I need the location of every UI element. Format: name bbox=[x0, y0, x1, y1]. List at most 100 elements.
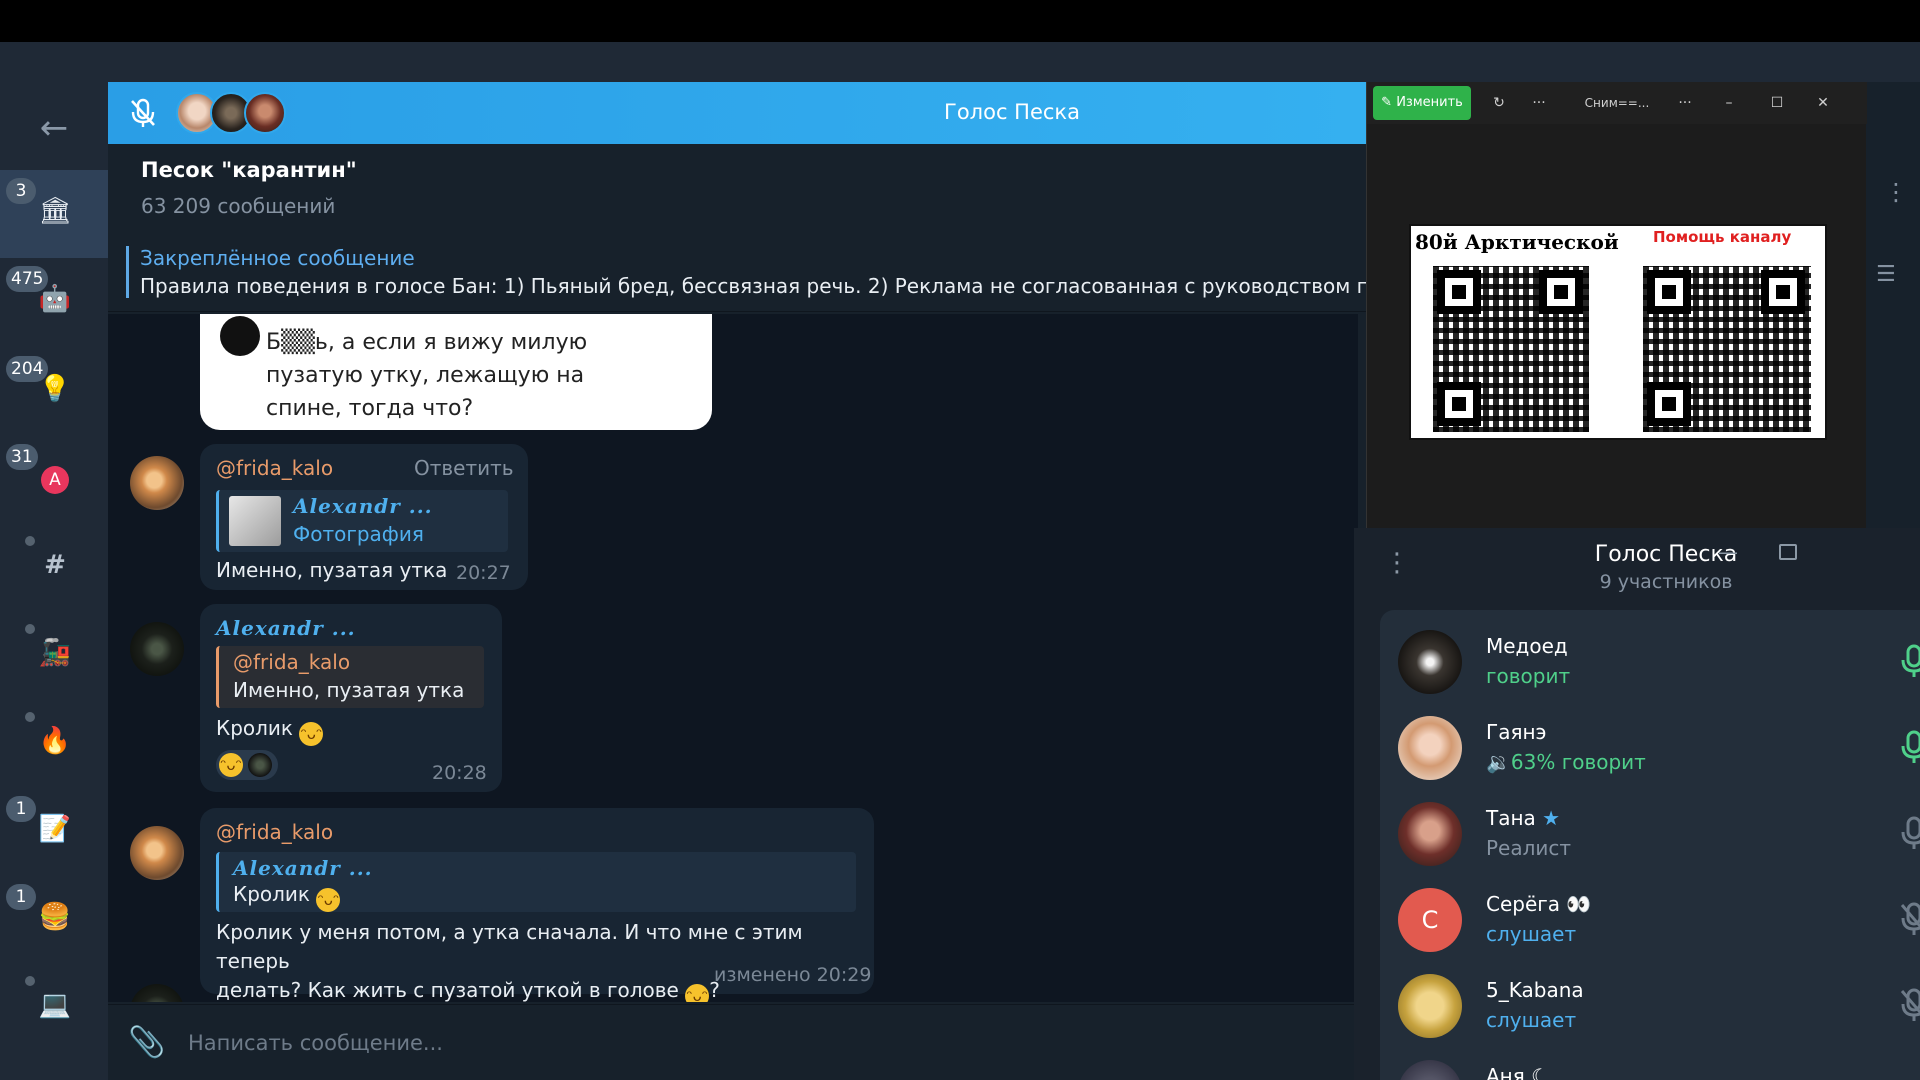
unread-badge: 1 bbox=[6, 884, 36, 910]
avatar: С bbox=[1398, 888, 1462, 952]
participant-row[interactable]: С Серёга 👀 слушает bbox=[1380, 876, 1920, 962]
participant-status: слушает bbox=[1486, 1008, 1577, 1032]
more-icon[interactable]: ··· bbox=[1669, 88, 1701, 118]
mic-muted-icon[interactable] bbox=[1900, 902, 1920, 936]
participant-name: Аня bbox=[1486, 1064, 1525, 1080]
voice-panel-subtitle: 9 участников bbox=[1599, 571, 1733, 593]
quote-author: 𝑨𝒍𝒆𝒙𝒂𝒏𝒅𝒓 ... bbox=[233, 856, 373, 880]
star-icon: ★ bbox=[1542, 806, 1561, 830]
mic-muted-icon[interactable] bbox=[1900, 988, 1920, 1022]
qr-finder bbox=[1761, 270, 1805, 314]
avatar[interactable] bbox=[130, 826, 184, 880]
speaker-volume-icon: 🔉 bbox=[1486, 750, 1511, 774]
message-bubble[interactable]: @frida_kalo Ответить 𝑨𝒍𝒆𝒙𝒂𝒏𝒅𝒓 ... Фотогр… bbox=[200, 444, 528, 590]
folder-item[interactable]: # bbox=[0, 524, 108, 612]
avatar[interactable] bbox=[130, 984, 184, 1002]
folder-item[interactable]: 💻 bbox=[0, 964, 108, 1052]
quote-author: 𝑨𝒍𝒆𝒙𝒂𝒏𝒅𝒓 ... bbox=[293, 494, 433, 518]
voice-chat-bar[interactable]: Голос Песка bbox=[108, 82, 1368, 144]
qr-finder bbox=[1437, 270, 1481, 314]
train-icon: 🚂 bbox=[38, 638, 72, 668]
grin-emoji-icon: ᵔᴗᵔ bbox=[219, 753, 243, 777]
participant-status: 63% говорит bbox=[1510, 750, 1646, 774]
folder-item[interactable]: 🔥 bbox=[0, 700, 108, 788]
reply-quote[interactable]: 𝑨𝒍𝒆𝒙𝒂𝒏𝒅𝒓 ... Кролик ᵔᴗᵔ bbox=[216, 852, 856, 912]
message-text: делать? Как жить с пузатой уткой в голов… bbox=[216, 978, 679, 1002]
robot-icon: 🤖 bbox=[38, 284, 72, 314]
quote-text: Фотография bbox=[293, 522, 424, 546]
grin-emoji-icon: ᵔᴗᵔ bbox=[299, 722, 324, 746]
moon-icon: ☾ bbox=[1531, 1064, 1550, 1080]
participant-list[interactable]: Медоед говорит Гаянэ 🔉63% говорит Тана ★… bbox=[1380, 610, 1920, 1080]
unread-badge: 3 bbox=[6, 178, 36, 204]
folder-item[interactable]: 1 📝 bbox=[0, 788, 108, 876]
participant-row[interactable]: Тана ★ Реалист bbox=[1380, 790, 1920, 876]
folder-item[interactable]: 1 🍔 bbox=[0, 876, 108, 964]
paperclip-icon[interactable]: 📎 bbox=[128, 1025, 165, 1061]
message-author[interactable]: @frida_kalo bbox=[216, 456, 333, 480]
more-vertical-icon[interactable]: ⋮ bbox=[1884, 178, 1908, 206]
message-bubble[interactable]: 𝑨𝒍𝒆𝒙𝒂𝒏𝒅𝒓 ... @frida_kalo Именно, пузатая… bbox=[200, 604, 502, 792]
grin-emoji-icon: ᵔᴗᵔ bbox=[316, 888, 341, 912]
participant-name: Тана bbox=[1486, 806, 1536, 830]
reply-quote[interactable]: @frida_kalo Именно, пузатая утка bbox=[216, 646, 484, 708]
pinned-indicator bbox=[126, 246, 129, 298]
avatar[interactable] bbox=[130, 622, 184, 676]
list-icon[interactable]: ☰ bbox=[1876, 262, 1896, 287]
participant-name: 5_Kabana bbox=[1486, 978, 1584, 1002]
reply-link[interactable]: Ответить bbox=[414, 456, 514, 480]
folder-item[interactable]: 🚂 bbox=[0, 612, 108, 700]
pinned-text[interactable]: Правила поведения в голосе Бан: 1) Пьяны… bbox=[140, 274, 1470, 298]
minimize-icon[interactable]: — bbox=[1718, 540, 1738, 564]
unread-badge: 1 bbox=[6, 796, 36, 822]
message-text: Кролик bbox=[216, 716, 293, 740]
maximize-icon[interactable] bbox=[1779, 544, 1797, 560]
window-titlebar: – ❐ ✕ bbox=[0, 42, 1920, 114]
message-list[interactable]: Б▒▒ь, а если я вижу милую пузатую утку, … bbox=[108, 314, 1358, 1002]
participant-row[interactable]: Медоед говорит bbox=[1380, 618, 1920, 704]
reaction-chip[interactable]: ᵔᴗᵔ bbox=[216, 750, 278, 780]
participant-name-line: Аня ☾ bbox=[1486, 1064, 1549, 1080]
rotate-icon[interactable]: ↻ bbox=[1483, 88, 1515, 118]
qr-finder bbox=[1437, 382, 1481, 426]
participant-row[interactable]: 5_Kabana слушает bbox=[1380, 962, 1920, 1048]
avatar bbox=[1398, 716, 1462, 780]
avatar[interactable] bbox=[130, 456, 184, 510]
participant-name: Медоед bbox=[1486, 634, 1568, 658]
close-button[interactable]: ✕ bbox=[1807, 88, 1839, 118]
participant-status: слушает bbox=[1486, 922, 1577, 946]
participant-row[interactable]: Аня ☾ bbox=[1380, 1048, 1920, 1080]
message-time: 20:27 bbox=[456, 562, 511, 584]
maximize-button[interactable]: ☐ bbox=[1761, 88, 1793, 118]
message-author[interactable]: @frida_kalo bbox=[216, 820, 333, 844]
message-bubble[interactable]: @frida_kalo 𝑨𝒍𝒆𝒙𝒂𝒏𝒅𝒓 ... Кролик ᵔᴗᵔ Крол… bbox=[200, 808, 874, 1002]
folder-dot bbox=[25, 536, 35, 546]
image-caption-right: Помощь каналу bbox=[1653, 228, 1792, 246]
mic-active-icon[interactable] bbox=[1900, 730, 1920, 764]
message-input[interactable] bbox=[188, 1023, 1288, 1063]
edit-label: Изменить bbox=[1396, 95, 1463, 110]
mic-icon[interactable] bbox=[1900, 816, 1920, 850]
message-author[interactable]: 𝑨𝒍𝒆𝒙𝒂𝒏𝒅𝒓 ... bbox=[216, 616, 356, 640]
qr-code-image[interactable]: 80й Арктической Помощь каналу bbox=[1409, 224, 1827, 440]
mic-active-icon[interactable] bbox=[1900, 644, 1920, 678]
minimize-button[interactable]: – bbox=[1713, 88, 1745, 118]
message-text: Именно, пузатая утка bbox=[216, 558, 448, 582]
message-text-line: Кролик ᵔᴗᵔ bbox=[216, 714, 324, 746]
chat-title[interactable]: Песок "карантин" bbox=[141, 158, 357, 182]
file-name: Сним==... bbox=[1584, 96, 1650, 110]
more-icon[interactable]: ··· bbox=[1523, 88, 1555, 118]
bank-icon: 🏛 bbox=[38, 196, 72, 226]
pinned-title[interactable]: Закреплённое сообщение bbox=[140, 246, 415, 270]
folder-item[interactable]: 475 🤖 bbox=[0, 258, 108, 346]
folder-item[interactable]: 31 A bbox=[0, 436, 108, 524]
image-message[interactable]: Б▒▒ь, а если я вижу милую пузатую утку, … bbox=[200, 314, 712, 430]
message-time: 20:28 bbox=[432, 762, 487, 784]
folder-item[interactable]: 3 🏛 bbox=[0, 170, 108, 258]
image-caption-left: 80й Арктической bbox=[1415, 230, 1619, 254]
reply-quote[interactable]: 𝑨𝒍𝒆𝒙𝒂𝒏𝒅𝒓 ... Фотография bbox=[216, 490, 508, 552]
edit-button[interactable]: ✎ Изменить bbox=[1373, 86, 1471, 120]
participant-row[interactable]: Гаянэ 🔉63% говорит bbox=[1380, 704, 1920, 790]
folder-item[interactable]: 204 💡 bbox=[0, 348, 108, 436]
back-arrow-icon[interactable]: ← bbox=[36, 110, 72, 146]
